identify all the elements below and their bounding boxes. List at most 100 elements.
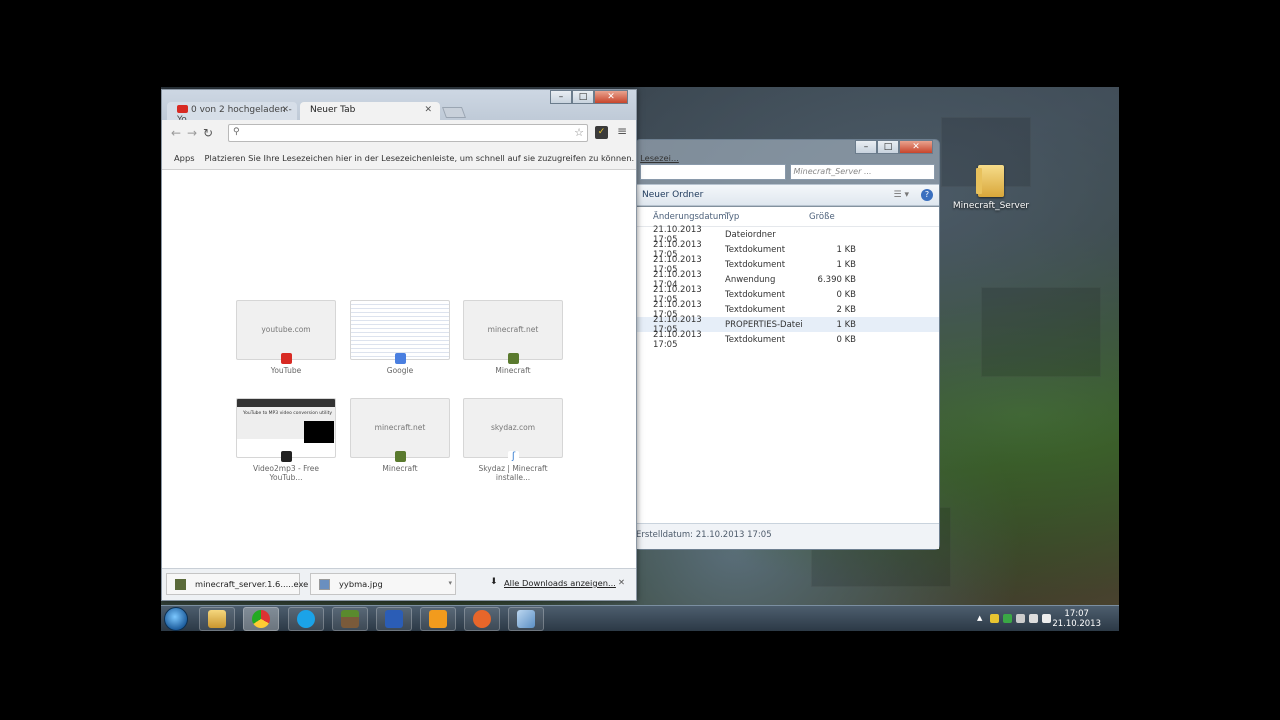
chevron-down-icon[interactable]: ▾ xyxy=(448,579,452,587)
most-visited-tile-google[interactable] xyxy=(350,300,450,364)
tile-title[interactable]: Video2mp3 - Free YouTub... xyxy=(236,464,336,482)
explorer-search-input[interactable]: Minecraft_Server ... xyxy=(789,164,935,180)
minimize-icon[interactable]: – xyxy=(550,90,572,104)
tile-title[interactable]: Minecraft xyxy=(463,366,563,375)
volume-icon[interactable] xyxy=(1042,614,1051,623)
close-icon[interactable]: ✕ xyxy=(424,105,432,115)
tile-host: minecraft.net xyxy=(374,423,426,432)
extension-icon[interactable]: ✓ xyxy=(595,126,608,139)
tile-title[interactable]: YouTube xyxy=(236,366,336,375)
most-visited-tile-video2mp3[interactable]: YouTube to MP3 video conversion utility xyxy=(236,398,336,462)
most-visited-tile-youtube[interactable]: youtube.com xyxy=(236,300,336,364)
download-item[interactable]: minecraft_server.1.6.....exe xyxy=(166,573,308,595)
most-visited-tile-minecraft[interactable]: minecraft.net xyxy=(463,300,563,364)
taskbar-minecraft[interactable] xyxy=(332,607,368,631)
file-row[interactable]: 21.10.2013 17:05 Textdokument 0 KB xyxy=(636,330,939,350)
search-icon: ⚲ xyxy=(233,127,240,137)
image-file-icon xyxy=(319,579,330,590)
reload-icon[interactable]: ↻ xyxy=(200,126,216,140)
skype-icon xyxy=(297,610,315,628)
network-icon[interactable] xyxy=(1029,614,1038,623)
most-visited-tile-minecraft[interactable]: minecraft.net xyxy=(350,398,450,462)
clock[interactable]: 17:07 21.10.2013 xyxy=(1052,609,1101,629)
tile-host: minecraft.net xyxy=(487,325,539,334)
column-header-type[interactable]: Typ xyxy=(722,212,806,222)
explorer-titlebar[interactable]: – □ ✕ xyxy=(636,140,939,160)
maximize-icon[interactable]: □ xyxy=(877,140,899,154)
media-player-icon xyxy=(429,610,447,628)
tab-strip: 0 von 2 hochgeladen - Yo ✕ Neuer Tab ✕ –… xyxy=(162,90,636,125)
desktop: Minecraft_Server – □ ✕ Minecraft_Server … xyxy=(161,87,1119,631)
download-filename: yybma.jpg xyxy=(339,579,383,589)
bookmarks-bar: Apps Platzieren Sie Ihre Lesezeichen hie… xyxy=(162,146,679,170)
folder-icon xyxy=(208,610,226,628)
column-header-size[interactable]: Größe xyxy=(806,212,856,222)
taskbar-app-2[interactable] xyxy=(508,607,544,631)
taskbar-chrome[interactable] xyxy=(243,607,279,631)
menu-icon[interactable]: ≡ xyxy=(617,124,627,138)
chevron-up-icon[interactable]: ▲ xyxy=(977,614,986,623)
download-shelf: minecraft_server.1.6.....exe yybma.jpg ▾… xyxy=(162,568,636,600)
download-item[interactable]: yybma.jpg ▾ xyxy=(310,573,456,595)
taskbar-app[interactable] xyxy=(464,607,500,631)
apps-link[interactable]: Apps xyxy=(174,153,195,163)
bookmarks-import-link[interactable]: Lesezei... xyxy=(640,153,679,163)
close-icon[interactable]: ✕ xyxy=(618,577,625,587)
help-icon[interactable]: ? xyxy=(921,189,933,201)
exe-file-icon xyxy=(175,579,186,590)
tile-title[interactable]: Skydaz | Minecraft installe... xyxy=(463,464,563,482)
tray-app-icon[interactable] xyxy=(990,614,999,623)
tile-host: youtube.com xyxy=(261,325,311,334)
start-button[interactable] xyxy=(164,607,188,631)
chrome-toolbar: ← → ↻ ⚲ ☆ ✓ ≡ xyxy=(162,120,636,146)
download-icon: ⬇ xyxy=(490,577,498,587)
show-all-downloads-link[interactable]: Alle Downloads anzeigen... xyxy=(504,578,616,588)
new-tab-button[interactable] xyxy=(441,107,467,118)
tray-app-icon[interactable] xyxy=(1003,614,1012,623)
new-folder-button[interactable]: Neuer Ordner xyxy=(642,190,703,200)
taskbar-skype[interactable] xyxy=(288,607,324,631)
minimize-icon[interactable]: – xyxy=(855,140,877,154)
explorer-file-list: Änderungsdatum Typ Größe 21.10.2013 17:0… xyxy=(636,207,939,523)
tab-new-tab[interactable]: Neuer Tab ✕ xyxy=(300,102,440,120)
close-icon[interactable]: ✕ xyxy=(594,90,628,104)
chrome-icon xyxy=(252,610,270,628)
chrome-window[interactable]: 0 von 2 hochgeladen - Yo ✕ Neuer Tab ✕ –… xyxy=(161,89,679,601)
explorer-status-bar: Erstelldatum: 21.10.2013 17:05 xyxy=(636,523,939,549)
window-icon xyxy=(517,610,535,628)
close-icon[interactable]: ✕ xyxy=(899,140,933,154)
taskbar: ▲ 17:07 21.10.2013 xyxy=(161,605,1119,631)
wallpaper-block xyxy=(981,287,1101,377)
power-icon[interactable] xyxy=(1016,614,1025,623)
close-icon[interactable]: ✕ xyxy=(281,105,289,115)
skydaz-icon: ʃ xyxy=(508,451,519,462)
minecraft-icon xyxy=(341,610,359,628)
tile-preview-block xyxy=(304,421,334,443)
google-icon xyxy=(395,353,406,364)
maximize-icon[interactable]: □ xyxy=(572,90,594,104)
desktop-folder-minecraft-server[interactable]: Minecraft_Server xyxy=(951,165,1031,211)
tab-youtube-upload[interactable]: 0 von 2 hochgeladen - Yo ✕ xyxy=(167,102,297,125)
tab-label: Neuer Tab xyxy=(310,105,356,115)
forward-icon[interactable]: → xyxy=(184,126,200,140)
tile-snippet: YouTube to MP3 video conversion utility xyxy=(243,411,333,416)
explorer-window[interactable]: – □ ✕ Minecraft_Server ... Neuer Ordner … xyxy=(635,139,940,550)
view-icon[interactable]: ☰ ▾ xyxy=(894,190,909,200)
omnibox-input[interactable]: ⚲ ☆ xyxy=(228,124,588,142)
folder-icon xyxy=(976,165,1004,197)
back-icon[interactable]: ← xyxy=(168,126,184,140)
app-icon xyxy=(473,610,491,628)
explorer-address-bar[interactable] xyxy=(640,164,786,180)
tile-host: skydaz.com xyxy=(490,423,536,432)
tile-title[interactable]: Minecraft xyxy=(350,464,450,473)
most-visited-tile-skydaz[interactable]: skydaz.com ʃ xyxy=(463,398,563,462)
bookmark-star-icon[interactable]: ☆ xyxy=(574,126,584,139)
taskbar-word[interactable] xyxy=(376,607,412,631)
taskbar-explorer[interactable] xyxy=(199,607,235,631)
taskbar-media[interactable] xyxy=(420,607,456,631)
clock-date: 21.10.2013 xyxy=(1052,619,1101,629)
column-header-date[interactable]: Änderungsdatum xyxy=(636,212,727,222)
youtube-icon xyxy=(177,105,188,113)
minecraft-icon xyxy=(395,451,406,462)
tile-title[interactable]: Google xyxy=(350,366,450,375)
